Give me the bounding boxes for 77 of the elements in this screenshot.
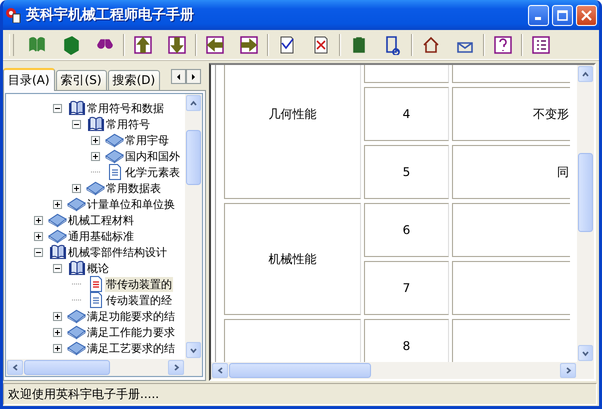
horizontal-scrollbar[interactable] [211,362,577,379]
table-cell: 几何性能 [224,65,361,199]
scrollbar-corner [185,359,202,376]
tab[interactable]: 搜索(D) [108,70,160,90]
tab-scroll-button[interactable] [186,69,201,84]
right-arrow-icon[interactable] [239,34,259,54]
left-arrow-icon[interactable] [205,34,225,54]
expand-icon[interactable] [53,200,62,208]
tree-item[interactable]: 常用符号和数据 [86,100,165,116]
scrollbar-thumb[interactable] [578,153,593,232]
tree-item[interactable]: 常用符号 [105,116,151,132]
window-title: 英科宇机械工程师电子手册 [26,6,195,24]
expand-icon[interactable] [72,184,81,192]
scrollbar-corner [577,362,594,379]
tab-scroll-button[interactable] [171,69,186,84]
app-icon [5,7,21,23]
table-cell: 同 [452,145,570,199]
open-book-icon[interactable] [27,34,47,54]
expand-icon[interactable] [34,216,43,224]
vertical-scrollbar[interactable] [185,94,202,359]
expand-icon[interactable] [34,232,43,240]
tree-item[interactable]: 机械零部件结构设计 [67,244,168,260]
tree-item[interactable]: 满足工作能力要求 [86,324,176,340]
expand-icon[interactable] [53,344,62,352]
tree-item[interactable]: 满足功能要求的结 [86,308,176,324]
table-cell: 6 [364,203,449,257]
tree-item[interactable]: 带传动装置的 [105,276,173,292]
close-button[interactable] [576,4,597,26]
tree-connector [72,299,82,301]
scrollbar-thumb[interactable] [229,363,371,378]
tree-item[interactable]: 常用数据表 [105,180,162,196]
help-icon[interactable] [493,34,513,54]
collapse-icon[interactable] [72,120,81,128]
tree-item[interactable]: 常用宇母 [124,132,170,148]
tree-item[interactable]: 计量单位和单位换 [86,196,176,212]
table-cell: 7 [364,261,449,315]
open-book-icon [86,116,105,132]
collapse-icon[interactable] [34,248,43,256]
table-cell: 5 [364,145,449,199]
tree-connector [72,283,82,285]
up-arrow-icon[interactable] [133,34,153,54]
list-icon[interactable] [531,34,551,54]
tab[interactable]: 索引(S) [56,70,107,90]
home-icon[interactable] [421,34,441,54]
tree-item[interactable]: 传动装置的经 [105,292,173,308]
vertical-scrollbar[interactable] [577,65,594,362]
status-bar-text: 欢迎使用英科宇电子手册..... [3,383,597,405]
minimize-button[interactable] [528,4,549,26]
open-book-icon [67,100,86,116]
down-arrow-icon[interactable] [167,34,187,54]
close-icon[interactable] [581,10,592,20]
maximize-button[interactable] [552,4,573,26]
table-cell: 机械性能 [224,203,361,315]
tree-item[interactable]: 国内和国外 [124,148,181,164]
tree-item[interactable]: 化学元素表 [124,164,181,180]
tree-item[interactable]: 满足工艺要求的结 [86,340,176,356]
collapse-icon[interactable] [53,104,62,112]
expand-icon[interactable] [91,136,100,144]
scrollbar-thumb[interactable] [24,360,110,375]
open-book-icon [67,260,86,276]
expand-icon[interactable] [53,312,62,320]
table-cell: 4 [364,87,449,141]
horizontal-scrollbar[interactable] [6,359,185,376]
magnifier-document-icon[interactable] [383,34,403,54]
tree-item[interactable]: 通用基础标准 [67,228,135,244]
tree-item[interactable]: 机械工程材料 [67,212,135,228]
tree-item[interactable]: 概论 [86,260,110,276]
expand-icon[interactable] [53,328,62,336]
tab[interactable]: 目录(A) [3,68,55,91]
tree-connector [90,171,100,173]
table-cell: 不变形 [452,87,570,141]
scrollbar-thumb[interactable] [186,130,201,186]
maximize-icon[interactable] [557,10,568,20]
table-cell: 8 [364,319,449,362]
open-book-icon [48,244,67,260]
collapse-icon[interactable] [53,264,62,272]
expand-icon[interactable] [91,152,100,160]
